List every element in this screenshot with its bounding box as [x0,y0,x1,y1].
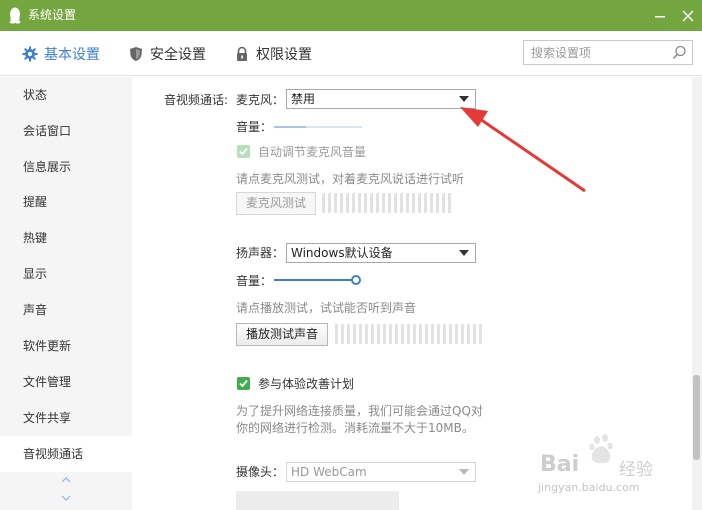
tab-permission-settings[interactable]: 权限设置 [234,44,312,64]
section-label-av-call: 音视频通话: [164,93,229,107]
sidebar-item-label: 文件共享 [23,411,72,425]
sidebar-item-status[interactable]: 状态 [0,77,132,113]
mic-level-meter [322,193,454,213]
watermark-text: Bai [540,452,580,477]
title-bar: 系统设置 [0,0,702,31]
sidebar-item-label: 会话窗口 [23,124,72,138]
chevron-down-icon[interactable] [60,493,72,503]
mic-label: 麦克风： [236,93,285,107]
mic-volume-fill [274,126,306,128]
speaker-level-meter [335,324,485,344]
sidebar-item-reminder[interactable]: 提醒 [0,184,132,220]
sidebar-item-label: 状态 [23,88,48,102]
mic-select[interactable]: 禁用 [286,89,476,109]
mic-test-hint: 请点麦克风测试，对着麦克风说话进行试听 [236,172,465,186]
sidebar-item-label: 文件管理 [23,375,72,389]
sidebar-item-hotkey[interactable]: 热键 [0,220,132,256]
tab-label: 权限设置 [256,47,312,63]
speaker-test-hint: 请点播放测试，试试能否听到声音 [236,301,417,315]
experience-desc-line1: 为了提升网络连接质量，我们可能会通过QQ对 [236,404,483,418]
watermark-text: 经验 [619,460,653,480]
play-test-sound-button[interactable]: 播放测试声音 [236,323,328,346]
sidebar-item-info-display[interactable]: 信息展示 [0,149,132,185]
auto-adjust-mic-label: 自动调节麦克风音量 [258,145,367,159]
lock-icon [237,46,247,61]
sidebar-item-label: 提醒 [23,195,48,209]
sidebar-item-label: 信息展示 [23,160,72,174]
dropdown-arrow-icon [459,469,469,475]
content-scrollbar-thumb[interactable] [693,375,700,460]
sidebar-item-sound[interactable]: 声音 [0,292,132,328]
camera-select-value: HD WebCam [291,465,367,479]
speaker-volume-label: 音量： [236,274,273,288]
camera-preview [236,491,399,510]
sidebar-item-label: 音视频通话 [23,447,84,461]
tab-label: 安全设置 [150,47,206,63]
sidebar-item-av-call[interactable]: 音视频通话 [0,436,132,472]
dropdown-arrow-icon [459,96,469,102]
camera-label: 摄像头： [236,465,285,479]
sidebar-item-label: 声音 [23,303,48,317]
experience-program-checkbox[interactable] [237,377,250,390]
qq-penguin-icon [9,7,21,24]
sidebar: 状态 会话窗口 信息展示 提醒 热键 显示 声音 软件更新 文件管理 文件共享 … [0,77,132,510]
sidebar-item-label: 热键 [23,231,48,245]
speaker-select[interactable]: Windows默认设备 [286,243,476,263]
experience-program-label: 参与体验改善计划 [258,377,355,391]
watermark-url: jingyan.baidu.com [538,481,640,494]
close-icon[interactable] [678,6,698,26]
mic-select-value: 禁用 [291,92,316,106]
chevron-up-icon[interactable] [60,475,72,485]
annotation-arrow-icon [460,107,586,193]
speaker-label: 扬声器： [236,246,285,260]
minimize-icon[interactable] [650,6,670,26]
speaker-volume-slider[interactable] [274,279,360,281]
sidebar-item-display[interactable]: 显示 [0,256,132,292]
tab-security-settings[interactable]: 安全设置 [128,44,206,64]
tab-basic-settings[interactable]: 基本设置 [22,44,100,64]
mic-volume-slider [274,126,362,128]
sidebar-item-file-management[interactable]: 文件管理 [0,364,132,400]
gear-icon [22,46,38,62]
checkmark-icon [239,379,248,388]
camera-select: HD WebCam [286,462,476,482]
sidebar-item-chat-window[interactable]: 会话窗口 [0,113,132,149]
shield-icon [130,47,142,61]
dropdown-arrow-icon [459,250,469,256]
experience-desc-line2: 你的网络进行检测。消耗流量不大于10MB。 [236,421,474,435]
window-title: 系统设置 [28,8,77,22]
sidebar-item-software-update[interactable]: 软件更新 [0,328,132,364]
mic-test-button: 麦克风测试 [236,192,316,215]
mic-volume-label: 音量： [236,120,273,134]
tab-label: 基本设置 [44,47,100,63]
search-box [523,40,693,65]
sidebar-item-file-sharing[interactable]: 文件共享 [0,400,132,436]
sidebar-item-label: 显示 [23,267,48,281]
checkmark-icon [239,147,248,156]
tab-bar: 基本设置 安全设置 权限设置 [0,31,702,76]
speaker-volume-knob[interactable] [351,275,361,285]
auto-adjust-mic-checkbox [237,145,250,158]
speaker-volume-fill [274,279,356,281]
speaker-select-value: Windows默认设备 [291,246,393,260]
search-input[interactable] [524,41,669,64]
search-icon[interactable] [672,45,687,60]
sidebar-item-label: 软件更新 [23,339,72,353]
